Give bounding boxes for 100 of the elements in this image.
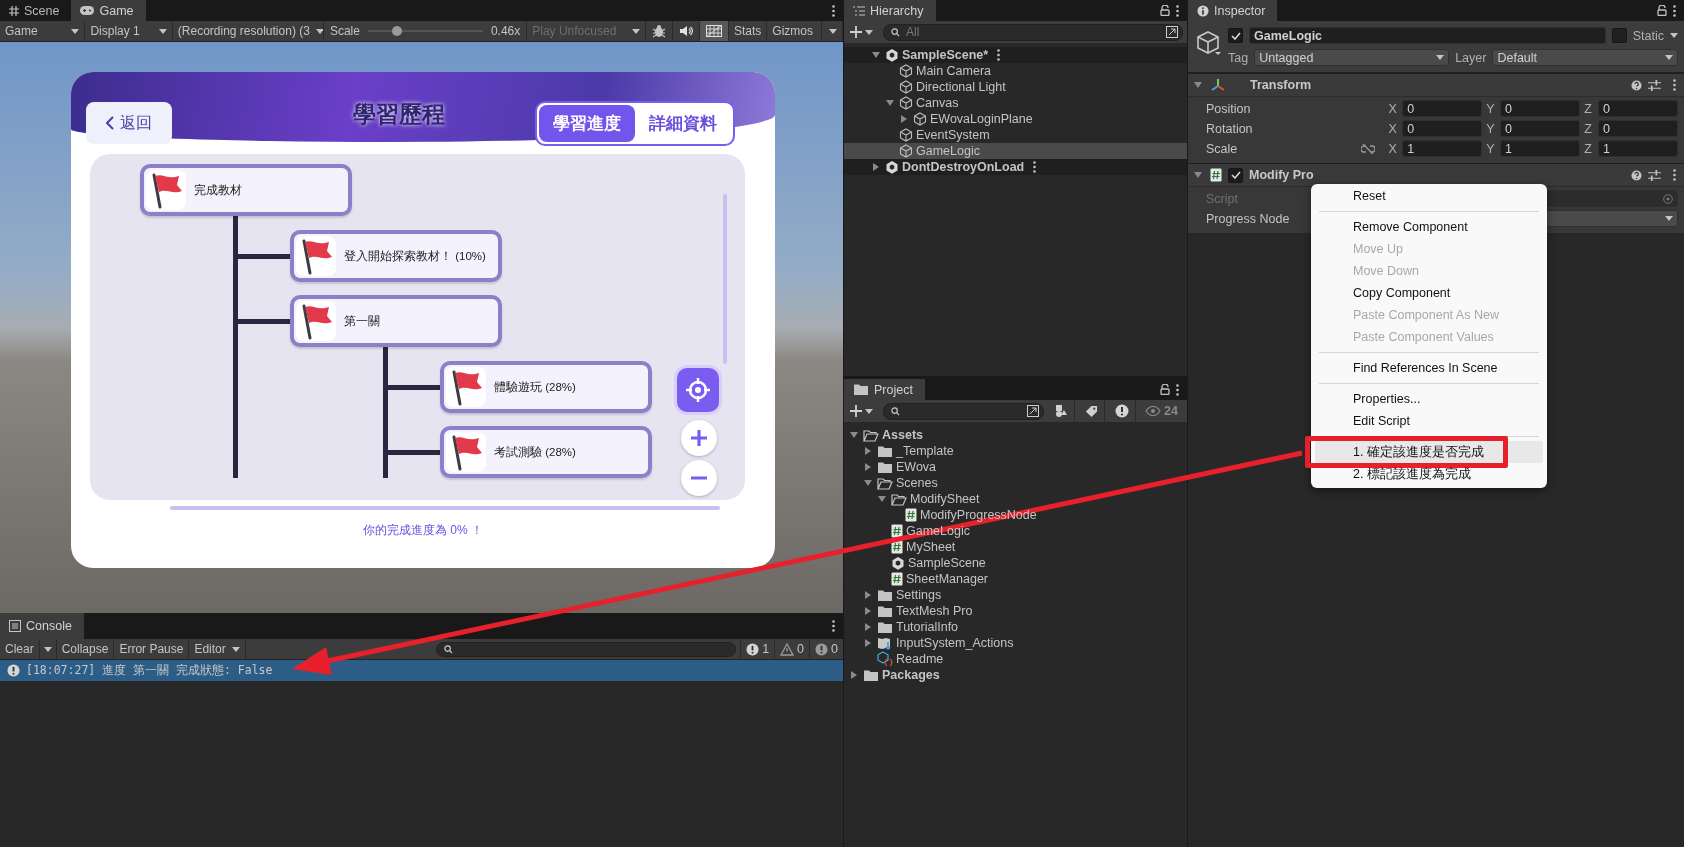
- active-checkbox[interactable]: [1228, 28, 1243, 43]
- more-icon[interactable]: [1673, 4, 1676, 17]
- tag-dropdown[interactable]: Untagged: [1254, 49, 1450, 66]
- project-item[interactable]: Packages: [844, 667, 1187, 683]
- error-count-toggle[interactable]: 0: [809, 639, 843, 659]
- scrollbar[interactable]: [170, 506, 720, 510]
- expand-icon[interactable]: [1166, 26, 1178, 38]
- collapsed-arrow-icon[interactable]: [864, 607, 872, 615]
- project-item[interactable]: Scenes: [844, 475, 1187, 491]
- hierarchy-item[interactable]: Directional Light: [844, 79, 1187, 95]
- static-checkbox[interactable]: [1611, 28, 1627, 43]
- resolution-dropdown[interactable]: (Recording resolution) (3: [172, 21, 324, 41]
- project-item[interactable]: EWova: [844, 459, 1187, 475]
- project-item[interactable]: Readme: [844, 651, 1187, 667]
- locate-button[interactable]: [677, 368, 719, 412]
- hierarchy-item[interactable]: EWovaLoginPlane: [844, 111, 1187, 127]
- more-icon[interactable]: [832, 4, 835, 17]
- project-item[interactable]: SheetManager: [844, 571, 1187, 587]
- menu-item[interactable]: Reset: [1315, 185, 1543, 207]
- number-field[interactable]: 0: [1597, 100, 1678, 117]
- info-count-toggle[interactable]: 1: [740, 639, 775, 659]
- menu-item[interactable]: Properties...: [1315, 388, 1543, 410]
- scrollbar[interactable]: [723, 194, 727, 364]
- zoom-in-button[interactable]: [681, 420, 717, 456]
- number-field[interactable]: 1: [1402, 140, 1483, 157]
- sliders-icon[interactable]: [1648, 169, 1661, 181]
- menu-item[interactable]: Find References In Scene: [1315, 357, 1543, 379]
- cube-icon[interactable]: [1196, 30, 1222, 56]
- project-item[interactable]: SampleScene: [844, 555, 1187, 571]
- number-field[interactable]: 0: [1402, 120, 1483, 137]
- zoom-out-button[interactable]: [681, 460, 717, 496]
- expanded-arrow-icon[interactable]: [850, 431, 858, 439]
- collapse-button[interactable]: Collapse: [56, 639, 115, 659]
- more-icon[interactable]: [1176, 4, 1179, 17]
- project-item[interactable]: TutorialInfo: [844, 619, 1187, 635]
- collapsed-arrow-icon[interactable]: [864, 639, 872, 647]
- lock-icon[interactable]: [1657, 5, 1667, 16]
- lock-icon[interactable]: [1160, 5, 1170, 16]
- progress-node[interactable]: 登入開始探索教材！ (10%): [290, 230, 502, 282]
- project-item[interactable]: Assets: [844, 427, 1187, 443]
- expanded-arrow-icon[interactable]: [878, 495, 886, 503]
- slider-thumb[interactable]: [391, 26, 402, 36]
- view-tab[interactable]: Scene: [0, 0, 72, 21]
- collapsed-arrow-icon[interactable]: [850, 671, 858, 679]
- expanded-arrow-icon[interactable]: [864, 479, 872, 487]
- warning-count-toggle[interactable]: 0: [774, 639, 810, 659]
- search-field[interactable]: [436, 641, 737, 657]
- hierarchy-item[interactable]: Main Camera: [844, 63, 1187, 79]
- stats-button[interactable]: Stats: [729, 21, 768, 41]
- enabled-checkbox[interactable]: [1228, 167, 1243, 183]
- expanded-arrow-icon[interactable]: [886, 99, 894, 107]
- collapsed-arrow-icon[interactable]: [864, 623, 872, 631]
- hierarchy-item[interactable]: EventSystem: [844, 127, 1187, 143]
- scale-slider[interactable]: [367, 25, 483, 37]
- progress-node[interactable]: 考試測驗 (28%): [440, 426, 652, 478]
- help-icon[interactable]: [1631, 169, 1642, 181]
- display-dropdown[interactable]: Display 1: [85, 21, 173, 41]
- menu-item[interactable]: Edit Script: [1315, 410, 1543, 432]
- number-field[interactable]: 0: [1500, 100, 1581, 117]
- gizmos-button[interactable]: Gizmos: [767, 21, 843, 41]
- name-field[interactable]: GameLogic: [1249, 27, 1606, 44]
- collapsed-arrow-icon[interactable]: [864, 447, 872, 455]
- clear-button[interactable]: Clear: [0, 639, 40, 659]
- menu-item[interactable]: Copy Component: [1315, 282, 1543, 304]
- project-item[interactable]: Settings: [844, 587, 1187, 603]
- target-icon[interactable]: [1663, 193, 1673, 204]
- number-field[interactable]: 0: [1597, 120, 1678, 137]
- number-field[interactable]: 0: [1402, 100, 1483, 117]
- back-button[interactable]: 返回: [86, 102, 172, 144]
- scene-row[interactable]: DontDestroyOnLoad: [844, 159, 1187, 175]
- number-field[interactable]: 0: [1500, 120, 1581, 137]
- progress-node[interactable]: 體驗遊玩 (28%): [440, 361, 652, 413]
- expanded-arrow-icon[interactable]: [1194, 81, 1202, 89]
- progress-node[interactable]: 完成教材: [140, 164, 352, 216]
- menu-item[interactable]: Remove Component: [1315, 216, 1543, 238]
- collapsed-arrow-icon[interactable]: [864, 591, 872, 599]
- expand-icon[interactable]: [1027, 405, 1040, 417]
- inspector-tab[interactable]: Inspector: [1188, 0, 1278, 21]
- log-entry[interactable]: [18:07:27] 進度 第一關 完成狀態: False: [0, 660, 843, 681]
- component-header[interactable]: Modify Pro: [1188, 163, 1684, 187]
- lock-icon[interactable]: [1160, 384, 1170, 395]
- project-item[interactable]: _Template: [844, 443, 1187, 459]
- layer-dropdown[interactable]: Default: [1492, 49, 1678, 66]
- search-field[interactable]: [883, 402, 1045, 420]
- progress-node[interactable]: 第一關: [290, 295, 502, 347]
- hierarchy-tab[interactable]: Hierarchy: [844, 0, 936, 21]
- menu-item[interactable]: 1. 確定該進度是否完成: [1315, 441, 1543, 463]
- project-item[interactable]: MySheet: [844, 539, 1187, 555]
- error-pause-button[interactable]: Error Pause: [114, 639, 190, 659]
- collapsed-arrow-icon[interactable]: [872, 163, 880, 171]
- sliders-icon[interactable]: [1648, 79, 1661, 91]
- view-dropdown[interactable]: Game: [0, 21, 86, 41]
- page-tab[interactable]: 詳細資料: [635, 105, 731, 142]
- more-icon[interactable]: [1673, 169, 1676, 181]
- number-field[interactable]: 1: [1597, 140, 1678, 157]
- hierarchy-item[interactable]: GameLogic: [844, 143, 1187, 159]
- more-icon[interactable]: [997, 49, 1001, 61]
- project-tab[interactable]: Project: [844, 379, 925, 400]
- more-icon[interactable]: [1673, 79, 1676, 91]
- expanded-arrow-icon[interactable]: [872, 51, 880, 59]
